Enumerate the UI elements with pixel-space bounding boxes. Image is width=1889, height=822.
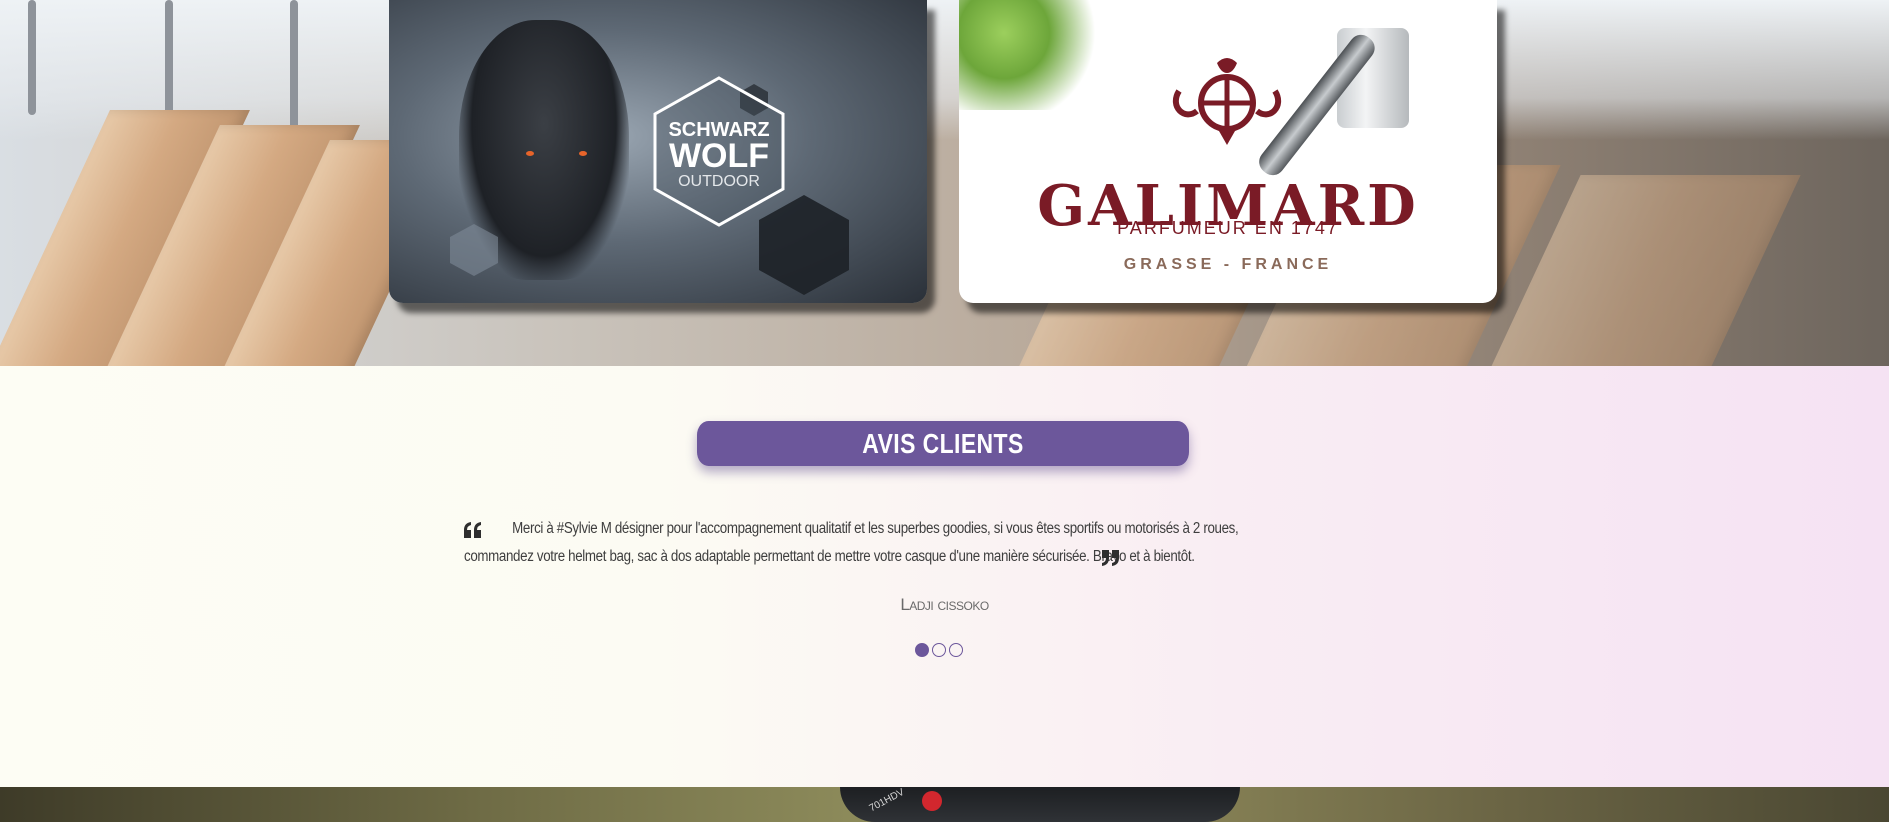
section-title: AVIS CLIENTS — [697, 421, 1189, 466]
carousel-pagination — [915, 643, 963, 661]
banner-background — [0, 0, 1889, 140]
hexagon-decoration — [450, 224, 498, 276]
wolf-logo-line3: OUTDOOR — [678, 173, 760, 190]
wolf-eye — [579, 151, 587, 156]
hanger-hook — [28, 0, 36, 115]
carousel-dot-1[interactable] — [915, 643, 929, 657]
leaves-decoration — [959, 0, 1109, 110]
testimonial-text: Merci à #Sylvie M désigner pour l'accomp… — [464, 515, 1298, 571]
wolf-eye — [526, 151, 534, 156]
brand-card-schwarz-wolf[interactable]: SCHWARZ WOLF OUTDOOR — [389, 0, 927, 303]
galimard-location: GRASSE - FRANCE — [1123, 256, 1333, 273]
brand-card-galimard[interactable]: GALIMARD PARFUMEUR EN 1747 GRASSE - FRAN… — [959, 0, 1497, 303]
galimard-tagline: PARFUMEUR EN 1747 — [1117, 218, 1339, 238]
testimonial-author: Ladji cissoko — [900, 595, 989, 614]
red-button-decoration — [922, 791, 942, 811]
testimonial-body: Merci à #Sylvie M désigner pour l'accomp… — [464, 520, 1239, 565]
quote-close-icon — [1102, 550, 1119, 566]
galimard-crest-icon — [1172, 58, 1282, 145]
schwarz-wolf-logo: SCHWARZ WOLF OUTDOOR — [653, 76, 785, 227]
bottom-image-section: 701HDV — [0, 787, 1889, 822]
wolf-logo-line2: WOLF — [669, 137, 769, 175]
reviews-section: AVIS CLIENTS Merci à #Sylvie M désigner … — [0, 366, 1889, 787]
carousel-dot-3[interactable] — [949, 643, 963, 657]
carousel-dot-2[interactable] — [932, 643, 946, 657]
brands-banner: SCHWARZ WOLF OUTDOOR GALIMARD PARFUMEUR … — [0, 0, 1889, 366]
